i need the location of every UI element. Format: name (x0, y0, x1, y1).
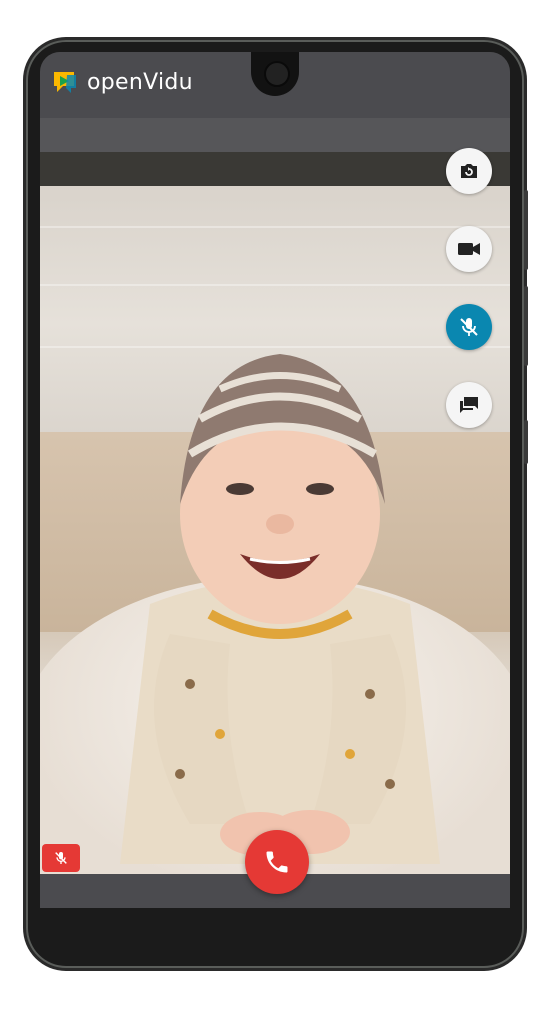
session-bar (40, 118, 510, 152)
side-button (524, 420, 528, 464)
camera-toggle-button[interactable] (446, 226, 492, 272)
app-logo: openVidu (51, 69, 193, 95)
volume-button (524, 190, 528, 270)
baby-image (120, 354, 440, 864)
power-button (524, 286, 528, 366)
switch-camera-icon (461, 164, 477, 178)
hangup-button[interactable] (245, 830, 309, 894)
chat-button[interactable] (446, 382, 492, 428)
remote-video (40, 186, 510, 874)
app-screen: openVidu (40, 52, 510, 908)
microphone-toggle-button[interactable] (446, 304, 492, 350)
logo-text: openVidu (87, 69, 193, 95)
phone-icon (266, 851, 288, 873)
phone-frame: openVidu (26, 40, 528, 968)
participant-mute-badge (42, 844, 80, 872)
switch-camera-button[interactable] (446, 148, 492, 194)
front-camera-lens (264, 61, 290, 87)
mic-off-icon (460, 318, 478, 336)
mic-off-icon (55, 852, 67, 864)
video-header-band (40, 152, 510, 186)
openvidu-logo-icon (54, 72, 76, 93)
videocam-icon (458, 243, 480, 255)
chat-icon (460, 397, 478, 413)
